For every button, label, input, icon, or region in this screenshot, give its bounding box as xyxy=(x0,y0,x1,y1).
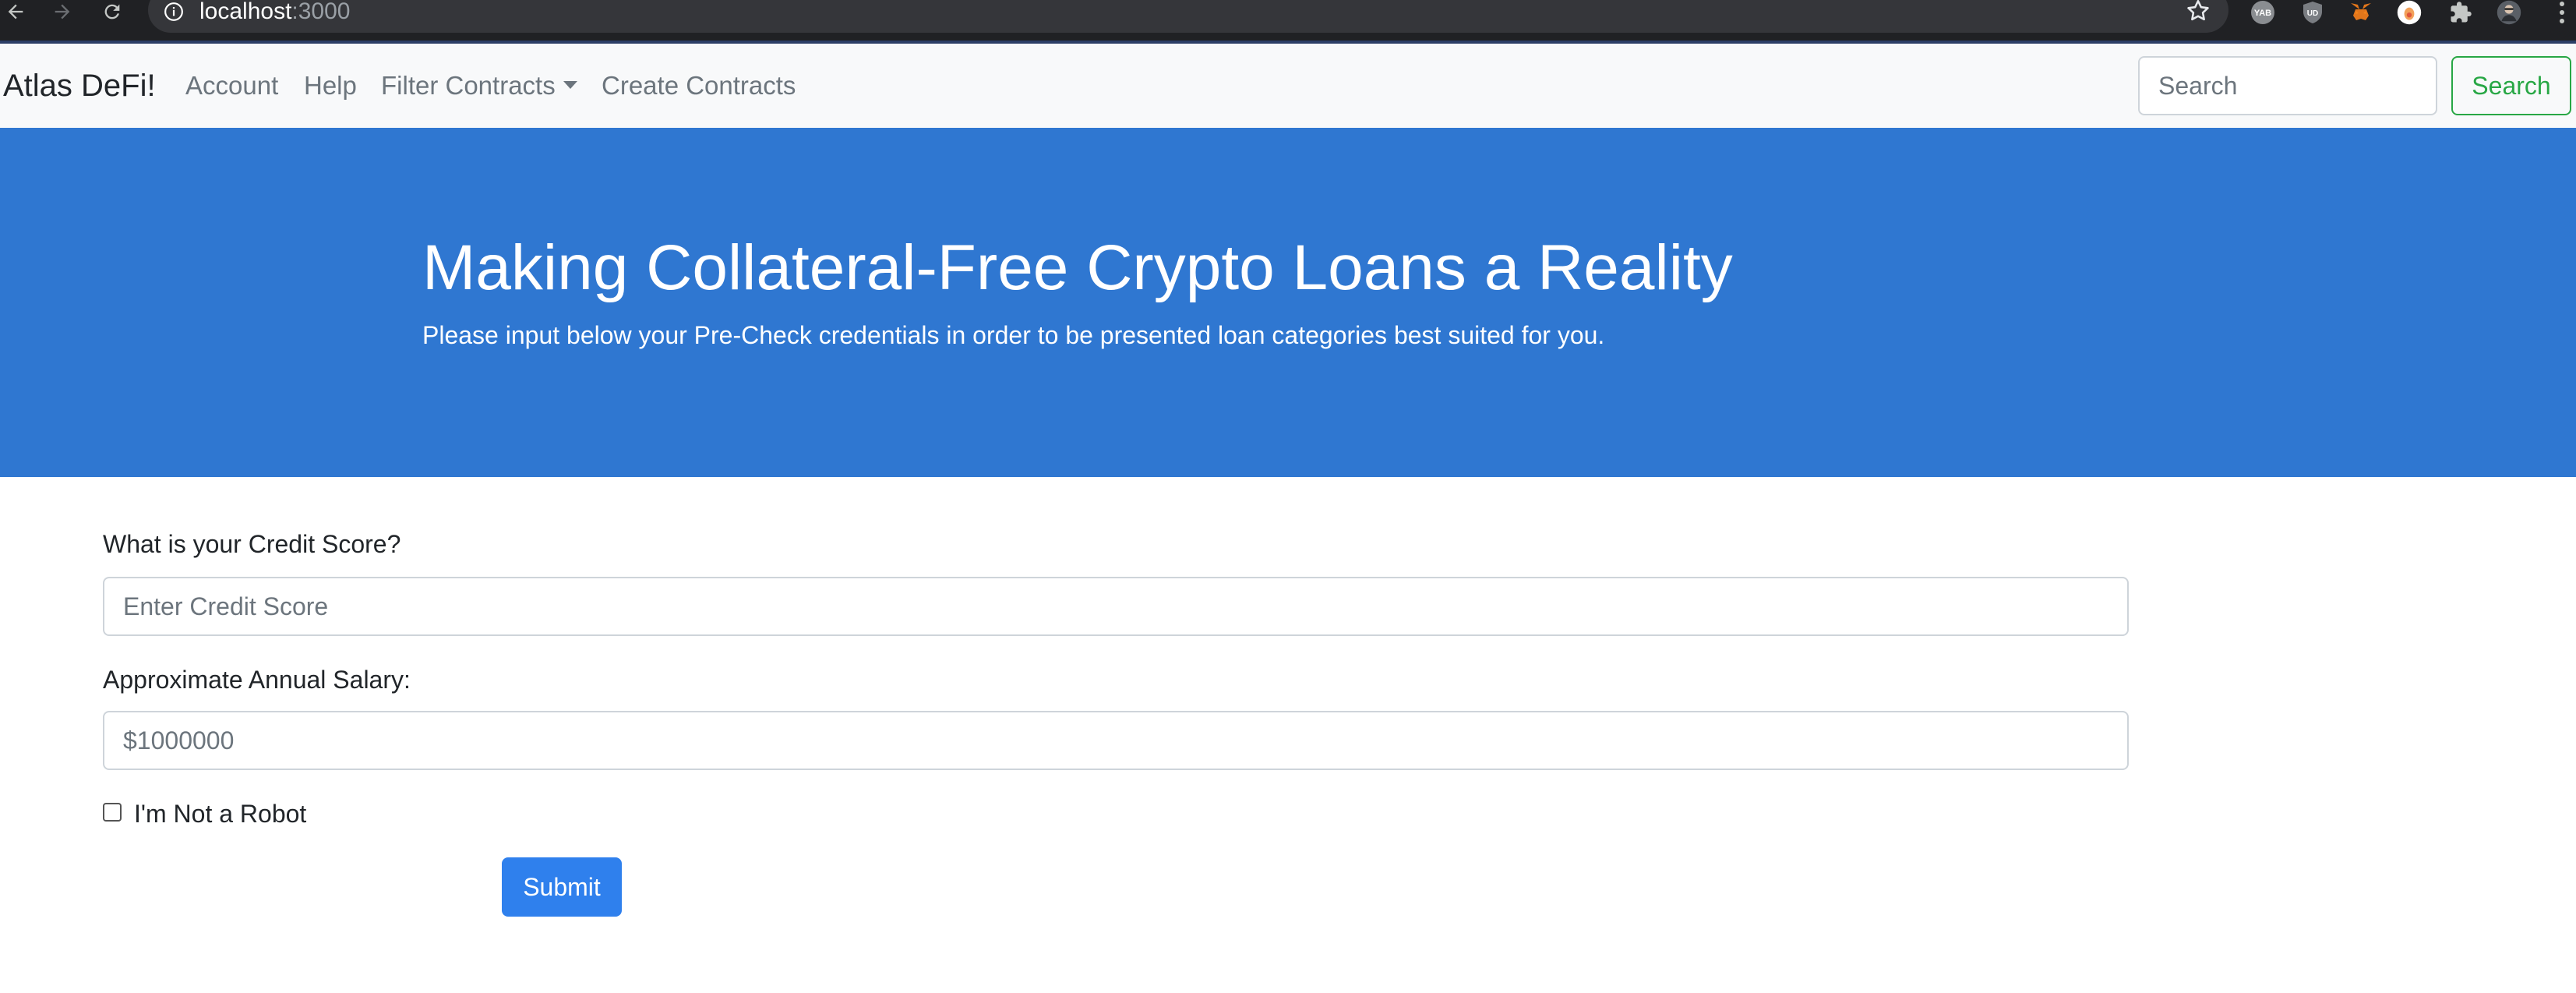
search-input[interactable] xyxy=(2138,56,2437,115)
robot-checkbox-label[interactable]: I'm Not a Robot xyxy=(134,797,306,831)
hero-jumbotron: Making Collateral-Free Crypto Loans a Re… xyxy=(0,128,2576,477)
ublock-extension-icon[interactable]: UD xyxy=(2300,0,2325,25)
nav-dropdown-label: Filter Contracts xyxy=(381,71,556,100)
nav-link-account[interactable]: Account xyxy=(185,69,278,103)
submit-button[interactable]: Submit xyxy=(502,857,622,917)
navbar: Atlas DeFi! Account Help Filter Contract… xyxy=(0,44,2576,128)
info-icon[interactable] xyxy=(164,2,184,22)
svg-text:YAB: YAB xyxy=(2254,9,2271,18)
search-button[interactable]: Search xyxy=(2451,56,2571,115)
star-icon[interactable] xyxy=(2185,0,2211,24)
yab-extension-icon[interactable]: YAB xyxy=(2250,0,2275,25)
salary-input[interactable] xyxy=(103,711,2129,770)
puzzle-extensions-icon[interactable] xyxy=(2448,0,2473,25)
metamask-extension-icon[interactable] xyxy=(2348,0,2373,25)
kebab-menu-icon[interactable] xyxy=(2554,0,2570,25)
credit-score-label: What is your Credit Score? xyxy=(103,530,401,558)
salary-label: Approximate Annual Salary: xyxy=(103,666,411,694)
robot-checkbox[interactable] xyxy=(103,803,122,822)
caret-down-icon xyxy=(563,81,577,90)
url-text: localhost:3000 xyxy=(199,0,350,23)
reload-icon[interactable] xyxy=(97,0,128,23)
nav-link-create-contracts[interactable]: Create Contracts xyxy=(602,69,796,103)
nav-link-help[interactable]: Help xyxy=(304,69,357,103)
svg-text:UD: UD xyxy=(2307,9,2318,18)
brand-link[interactable]: Atlas DeFi! xyxy=(3,65,156,106)
forward-icon[interactable] xyxy=(47,0,78,23)
credit-score-input[interactable] xyxy=(103,577,2129,636)
back-icon[interactable] xyxy=(0,0,31,23)
url-port: :3000 xyxy=(291,0,351,24)
wallet-extension-icon[interactable] xyxy=(2397,0,2422,25)
address-bar[interactable]: localhost:3000 xyxy=(148,0,2228,33)
nav-dropdown-filter-contracts[interactable]: Filter Contracts xyxy=(381,69,577,103)
browser-chrome: localhost:3000 YAB UD xyxy=(0,0,2576,44)
hero-title: Making Collateral-Free Crypto Loans a Re… xyxy=(422,232,1733,303)
url-host: localhost xyxy=(199,0,292,24)
hero-lead: Please input below your Pre-Check creden… xyxy=(422,321,1605,349)
profile-avatar-icon[interactable] xyxy=(2497,0,2521,25)
